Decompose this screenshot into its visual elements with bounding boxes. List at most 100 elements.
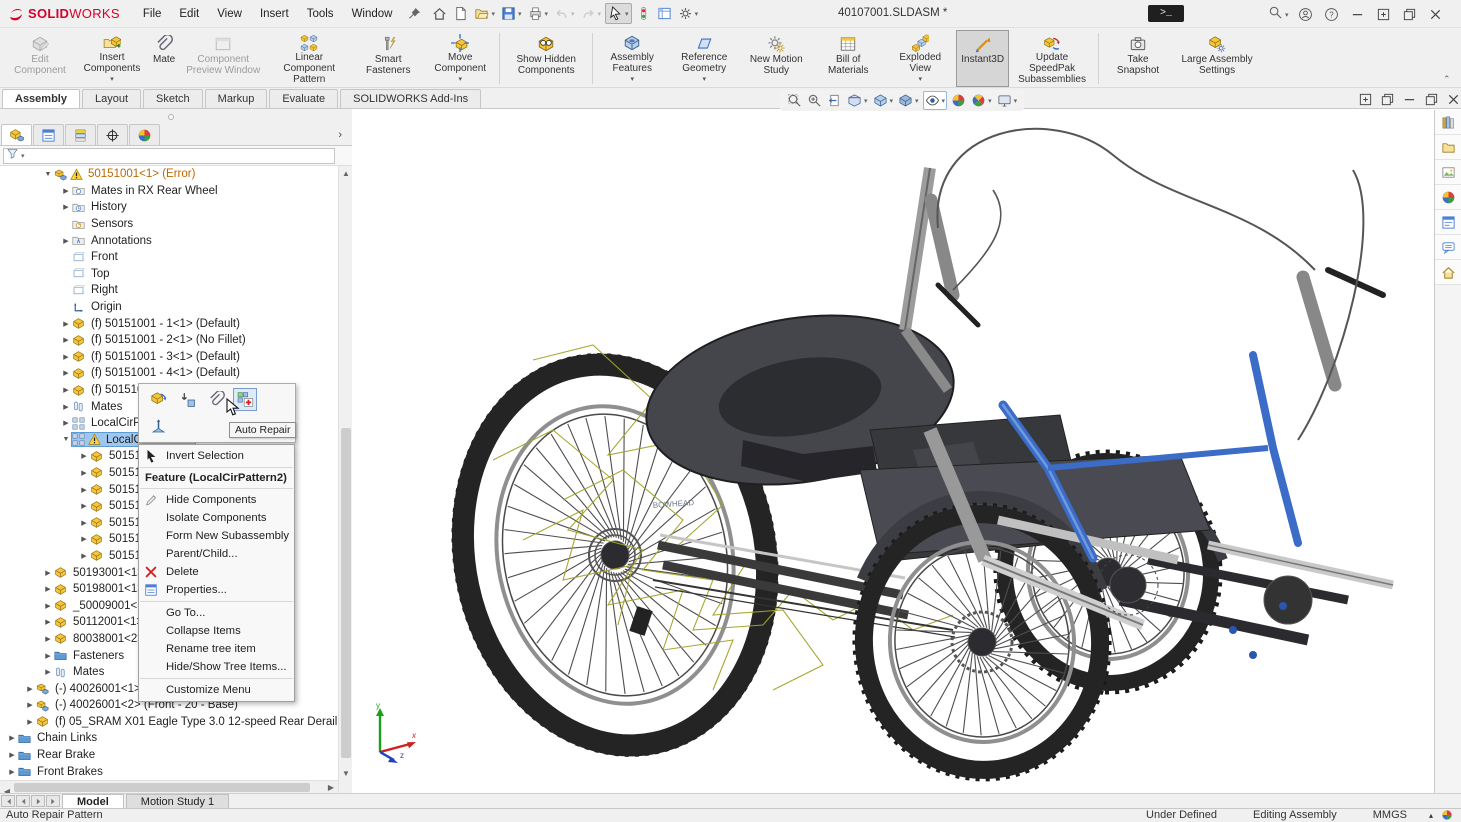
expander-icon[interactable]: ▶	[60, 386, 72, 394]
nav-next-icon[interactable]	[34, 797, 43, 806]
tab-evaluate[interactable]: Evaluate	[269, 89, 339, 108]
zoom-area-icon[interactable]	[807, 93, 822, 108]
qat-select-cursor-button[interactable]: ▾	[605, 3, 632, 24]
display-style-icon[interactable]	[898, 93, 913, 108]
search-caret[interactable]: ▾	[1285, 11, 1289, 19]
menu-item-parent-child-[interactable]: Parent/Child...	[139, 545, 294, 563]
expander-icon[interactable]: ▶	[42, 652, 54, 660]
tree-horizontal-scrollbar[interactable]: ◀ ▶	[0, 780, 338, 796]
ribbon-bill-of-materials-button[interactable]: Bill of Materials	[812, 30, 884, 87]
taskpane-design-library-button[interactable]	[1435, 110, 1461, 135]
help-icon[interactable]: ?	[1324, 7, 1339, 22]
expander-icon[interactable]: ▶	[6, 751, 18, 759]
expander-icon[interactable]: ▶	[42, 585, 54, 593]
panel-tab-displaymanager[interactable]	[129, 124, 160, 145]
tab-solidworks-add-ins[interactable]: SOLIDWORKS Add-Ins	[340, 89, 482, 108]
reference-geometry-icon[interactable]	[695, 34, 713, 52]
bill-of-materials-icon[interactable]	[839, 35, 857, 53]
graphics-viewport[interactable]: BOWHEAD y x z	[353, 110, 1434, 793]
qat-open-button[interactable]: ▾	[472, 4, 497, 23]
displaymanager-icon[interactable]	[137, 128, 152, 143]
assembly-features-icon[interactable]	[623, 34, 641, 52]
tree-item--f-50151001-2-1-no-fillet-[interactable]: ▶ (f) 50151001 - 2<1> (No Fillet)	[0, 332, 338, 349]
menu-item-form-new-subassembly[interactable]: Form New Subassembly	[139, 527, 294, 545]
expander-icon[interactable]: ▶	[78, 486, 90, 494]
qat-undo-button[interactable]: ▾	[552, 4, 577, 23]
ribbon-large-assembly-settings-button[interactable]: Large Assembly Settings	[1174, 30, 1260, 87]
ribbon-update-speedpak-subassemblies-button[interactable]: Update SpeedPak Subassemblies	[1009, 30, 1095, 87]
expander-icon[interactable]: ▶	[60, 403, 72, 411]
ribbon-insert-components-button[interactable]: Insert Components ▾	[76, 30, 148, 87]
propertymanager-icon[interactable]	[41, 128, 56, 143]
expander-icon[interactable]: ▶	[42, 668, 54, 676]
pin-icon[interactable]	[407, 6, 422, 21]
doc-expand-icon[interactable]	[1358, 92, 1373, 107]
tab-motion-study-1[interactable]: Motion Study 1	[125, 793, 230, 809]
mini-suppress-button[interactable]	[175, 388, 199, 411]
nav-next-button[interactable]	[31, 795, 45, 807]
menu-item-hide-components[interactable]: Hide Components	[139, 491, 294, 509]
tab-markup[interactable]: Markup	[204, 89, 268, 108]
expand-icon[interactable]	[1376, 7, 1391, 22]
minimize-icon[interactable]	[1350, 7, 1365, 22]
apply-scene-icon[interactable]	[971, 93, 986, 108]
forum-icon[interactable]	[1441, 240, 1456, 255]
home-icon[interactable]	[432, 6, 447, 21]
tree-item-origin[interactable]: Origin	[0, 299, 338, 316]
nav-prev-icon[interactable]	[19, 797, 28, 806]
menu-item-invert-selection[interactable]: Invert Selection	[139, 447, 294, 465]
headsup-display-style-button[interactable]: ▾	[897, 92, 920, 109]
taskpane-forum-button[interactable]	[1435, 235, 1461, 260]
view-palette-icon[interactable]	[1441, 165, 1456, 180]
menu-file[interactable]: File	[134, 2, 171, 26]
panel-splitter-handle[interactable]	[168, 114, 174, 120]
doc-restore-icon[interactable]	[1424, 92, 1439, 107]
move-component-icon[interactable]	[451, 34, 470, 52]
taskpane-file-explorer-button[interactable]	[1435, 135, 1461, 160]
tree-item-sensors[interactable]: Sensors	[0, 216, 338, 233]
taskpane-view-palette-button[interactable]	[1435, 160, 1461, 185]
headsup-view-settings-button[interactable]: ▾	[996, 92, 1019, 109]
tree-item-right[interactable]: Right	[0, 282, 338, 299]
taskpane-appearances-button[interactable]	[1435, 185, 1461, 210]
expander-icon[interactable]: ▼	[42, 171, 54, 178]
menu-item-isolate-components[interactable]: Isolate Components	[139, 509, 294, 527]
tree-item--f-50151001-3-1-default-[interactable]: ▶ (f) 50151001 - 3<1> (Default)	[0, 349, 338, 366]
menu-item-properties-[interactable]: Properties...	[139, 581, 294, 599]
new-motion-study-icon[interactable]	[767, 35, 785, 53]
headsup-apply-scene-button[interactable]: ▾	[970, 92, 993, 109]
user-icon[interactable]	[1298, 7, 1313, 22]
menu-item-go-to-[interactable]: Go To...	[139, 604, 294, 622]
open-icon[interactable]	[474, 6, 490, 21]
menu-item-delete[interactable]: Delete	[139, 563, 294, 581]
dimxpert-icon[interactable]	[105, 128, 120, 143]
ribbon-move-component-button[interactable]: Move Component ▾	[424, 30, 496, 87]
selection-filter-icon[interactable]	[636, 6, 651, 21]
tree-item-50151001-1-error-[interactable]: ▼ 50151001<1> (Error)	[0, 166, 338, 183]
hide-show-items-icon[interactable]	[925, 93, 940, 108]
expander-icon[interactable]: ▶	[78, 552, 90, 560]
status-tag-icon[interactable]	[1441, 809, 1453, 821]
expander-icon[interactable]: ▶	[78, 469, 90, 477]
tree-item-top[interactable]: Top	[0, 266, 338, 283]
tab-layout[interactable]: Layout	[81, 89, 142, 108]
qat-display-pane-button[interactable]	[655, 4, 674, 23]
scroll-down-arrow[interactable]: ▼	[339, 766, 353, 780]
expander-icon[interactable]: ▶	[42, 569, 54, 577]
scroll-up-arrow[interactable]: ▲	[339, 166, 353, 180]
expander-icon[interactable]: ▶	[60, 419, 72, 427]
zoom-fit-icon[interactable]	[787, 93, 802, 108]
search-icon[interactable]	[1268, 5, 1283, 20]
tab-model[interactable]: Model	[62, 793, 124, 809]
expander-icon[interactable]: ▶	[78, 535, 90, 543]
doc-close-icon[interactable]	[1446, 92, 1461, 107]
ribbon-take-snapshot-button[interactable]: Take Snapshot	[1102, 30, 1174, 87]
ribbon-smart-fasteners-button[interactable]: Smart Fasteners	[352, 30, 424, 87]
headsup-previous-view-button[interactable]	[826, 92, 843, 109]
display-pane-icon[interactable]	[657, 6, 672, 21]
update-speedpak-icon[interactable]	[1043, 34, 1061, 52]
tree-item-front[interactable]: Front	[0, 249, 338, 266]
tree-item--f-50151001-1-1-default-[interactable]: ▶ (f) 50151001 - 1<1> (Default)	[0, 315, 338, 332]
expander-icon[interactable]: ▶	[42, 618, 54, 626]
panel-tab-propertymanager[interactable]	[33, 124, 64, 145]
